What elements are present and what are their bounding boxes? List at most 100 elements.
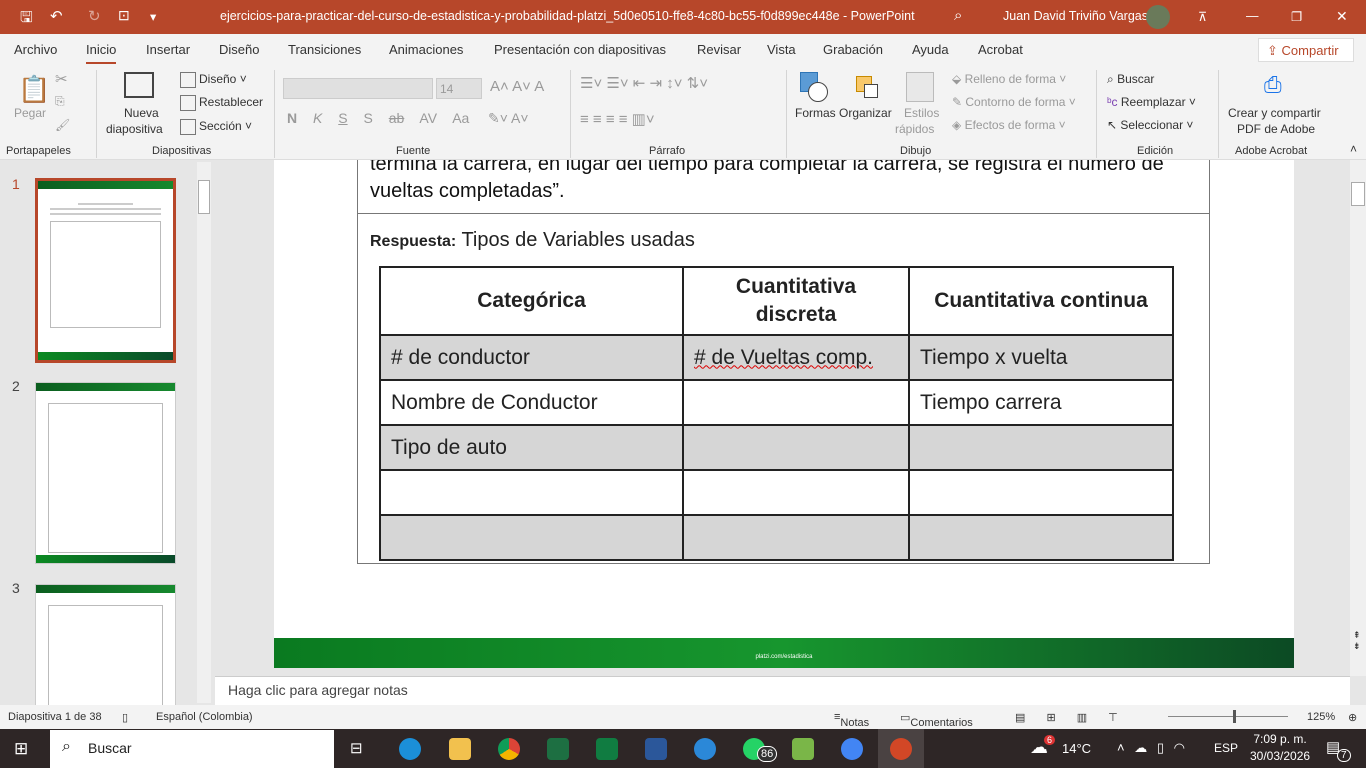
fit-slide-icon[interactable]: ⊕ bbox=[1348, 711, 1357, 724]
group-edicion: Edición bbox=[1137, 145, 1174, 157]
app-icon[interactable] bbox=[792, 738, 814, 760]
language[interactable]: Español (Colombia) bbox=[156, 711, 253, 723]
customize-qat-icon[interactable]: ▾ bbox=[150, 9, 156, 24]
font-size-buttons[interactable]: A˄ A˅ A bbox=[490, 78, 544, 95]
zoom-level[interactable]: 125% bbox=[1307, 711, 1335, 723]
clock[interactable]: 7:09 p. m. 30/03/2026 bbox=[1250, 732, 1310, 763]
collapse-ribbon-icon[interactable]: ˄ bbox=[1350, 142, 1357, 156]
view-buttons[interactable]: ▤ ⊞ ▥ ⊤ bbox=[1015, 711, 1118, 724]
zoom-slider[interactable] bbox=[1168, 716, 1288, 717]
zoom-slider-thumb[interactable] bbox=[1233, 710, 1236, 723]
share-button[interactable]: ⇪ Compartir bbox=[1258, 38, 1354, 62]
thumbnail-slide-1[interactable] bbox=[35, 178, 176, 363]
comments-button[interactable]: ▭ Comentarios bbox=[900, 711, 973, 729]
list-buttons[interactable]: ☰˅ ☰˅ ⇤ ⇥ ↕˅ ⇅˅ bbox=[580, 74, 708, 92]
shape-fill-button[interactable]: ⬙ Relleno de forma ˅ bbox=[952, 72, 1066, 86]
variables-table[interactable]: Categórica Cuantitativa discreta Cuantitat… bbox=[379, 266, 1174, 561]
word-icon[interactable] bbox=[645, 738, 667, 760]
user-name[interactable]: Juan David Triviño Vargas bbox=[1003, 9, 1148, 23]
avatar[interactable] bbox=[1146, 5, 1170, 29]
tab-revisar[interactable]: Revisar bbox=[697, 42, 741, 57]
format-painter-icon[interactable]: 🖌 bbox=[55, 118, 70, 132]
present-icon[interactable]: ⊡ bbox=[118, 7, 130, 24]
onedrive-icon[interactable] bbox=[694, 738, 716, 760]
replace-button[interactable]: ᵇc Reemplazar ˅ bbox=[1107, 95, 1196, 109]
close-icon[interactable]: ✕ bbox=[1336, 8, 1348, 25]
undo-icon[interactable]: ↶ bbox=[50, 7, 63, 25]
window-title: ejercicios-para-practicar-del-curso-de-e… bbox=[220, 9, 915, 23]
title-bar: 🖫 ↶ ↻ ⊡ ▾ ejercicios-para-practicar-del-… bbox=[0, 0, 1366, 34]
minimize-icon[interactable]: — bbox=[1246, 9, 1259, 23]
taskbar-search[interactable]: ⌕ Buscar bbox=[50, 730, 334, 768]
tab-grabacion[interactable]: Grabación bbox=[823, 42, 883, 57]
tab-animaciones[interactable]: Animaciones bbox=[389, 42, 463, 57]
save-icon[interactable]: 🖫 bbox=[20, 7, 33, 32]
cut-icon[interactable]: ✂ bbox=[55, 70, 68, 88]
section-button[interactable]: Sección ˅ bbox=[180, 119, 252, 135]
font-name-input[interactable] bbox=[283, 78, 433, 99]
thumbnail-slide-2[interactable] bbox=[35, 382, 176, 564]
input-language[interactable]: ESP bbox=[1214, 741, 1238, 755]
thumbnails-scrollbar[interactable] bbox=[197, 162, 211, 703]
new-slide-button[interactable]: diapositiva bbox=[106, 122, 163, 136]
tab-diseno[interactable]: Diseño bbox=[219, 42, 259, 57]
slide-scrollbar[interactable]: ⇞ ⇟ bbox=[1350, 160, 1366, 676]
windows-start-icon[interactable]: ⊞ bbox=[14, 739, 28, 759]
tab-inicio[interactable]: Inicio bbox=[86, 42, 117, 65]
group-dibujo: Dibujo bbox=[900, 145, 932, 157]
slide-canvas[interactable]: termina la carrera, en lugar del tiempo … bbox=[274, 160, 1294, 668]
shape-outline-button[interactable]: ✎ Contorno de forma ˅ bbox=[952, 95, 1076, 109]
project-icon[interactable] bbox=[596, 738, 618, 760]
slide-thumbnails-panel: 1 2 3 bbox=[0, 160, 215, 709]
shape-effects-button[interactable]: ◈ Efectos de forma ˅ bbox=[952, 118, 1066, 132]
select-button[interactable]: ↖ Seleccionar ˅ bbox=[1107, 118, 1193, 132]
task-view-icon[interactable]: ⊟ bbox=[350, 739, 363, 757]
font-format-buttons[interactable]: N K S S ab AV Aa bbox=[287, 110, 469, 126]
tab-archivo[interactable]: Archivo bbox=[14, 42, 57, 57]
accessibility-icon[interactable]: ▯ bbox=[122, 711, 128, 724]
reset-button[interactable]: Restablecer bbox=[180, 95, 263, 111]
tray-icons[interactable]: ˄ ☁ ▯ ◠ bbox=[1117, 740, 1185, 756]
tab-insertar[interactable]: Insertar bbox=[146, 42, 190, 57]
align-buttons[interactable]: ≡ ≡ ≡ ≡ ▥˅ bbox=[580, 110, 655, 128]
create-pdf-button[interactable]: Crear y compartir bbox=[1228, 106, 1321, 120]
tab-presentacion[interactable]: Presentación con diapositivas bbox=[494, 42, 666, 57]
file-explorer-icon[interactable] bbox=[449, 738, 471, 760]
highlight-font-color[interactable]: ✎˅ A˅ bbox=[488, 110, 529, 127]
scroll-thumb[interactable] bbox=[198, 180, 210, 214]
thumbnail-slide-3[interactable] bbox=[35, 584, 176, 709]
group-portapapeles: Portapapeles bbox=[6, 145, 71, 157]
tab-acrobat[interactable]: Acrobat bbox=[978, 42, 1023, 57]
font-size-input[interactable]: 14 bbox=[436, 78, 482, 99]
powerpoint-taskbar-button[interactable] bbox=[878, 729, 924, 768]
quick-styles-button[interactable]: rápidos bbox=[895, 122, 934, 136]
quick-styles-label[interactable]: Estilos bbox=[904, 106, 939, 120]
restore-icon[interactable]: ❐ bbox=[1291, 9, 1302, 24]
excel-icon[interactable] bbox=[547, 738, 569, 760]
paste-button[interactable]: Pegar bbox=[14, 106, 46, 120]
table-row bbox=[379, 514, 1174, 561]
chrome-icon[interactable] bbox=[498, 738, 520, 760]
shapes-button[interactable]: Formas bbox=[795, 106, 836, 120]
tab-ayuda[interactable]: Ayuda bbox=[912, 42, 949, 57]
prev-next-slide-icon[interactable]: ⇞ ⇟ bbox=[1353, 630, 1361, 652]
search-icon[interactable]: ⌕ bbox=[954, 7, 962, 24]
layout-button[interactable]: Diseño ˅ bbox=[180, 72, 247, 88]
notes-button[interactable]: ≡ Notas bbox=[834, 711, 869, 729]
redo-icon[interactable]: ↻ bbox=[88, 7, 101, 25]
copy-icon[interactable]: ⎘ bbox=[55, 94, 65, 109]
ribbon-display-icon[interactable]: ⊼ bbox=[1198, 9, 1207, 24]
tab-transiciones[interactable]: Transiciones bbox=[288, 42, 361, 57]
arrange-button[interactable]: Organizar bbox=[839, 106, 892, 120]
notes-input[interactable]: Haga clic para agregar notas bbox=[215, 676, 1350, 705]
scroll-thumb[interactable] bbox=[1351, 182, 1365, 206]
chrome-profile-icon[interactable] bbox=[841, 738, 863, 760]
new-slide-label-1[interactable]: Nueva bbox=[124, 106, 159, 120]
find-button[interactable]: ⌕ Buscar bbox=[1107, 72, 1154, 87]
tab-vista[interactable]: Vista bbox=[767, 42, 796, 57]
table-header: Cuantitativa continua bbox=[908, 266, 1174, 336]
shapes-icon bbox=[800, 72, 830, 102]
table-row bbox=[379, 469, 1174, 516]
group-diapositivas: Diapositivas bbox=[152, 145, 212, 157]
edge-icon[interactable] bbox=[399, 738, 421, 760]
